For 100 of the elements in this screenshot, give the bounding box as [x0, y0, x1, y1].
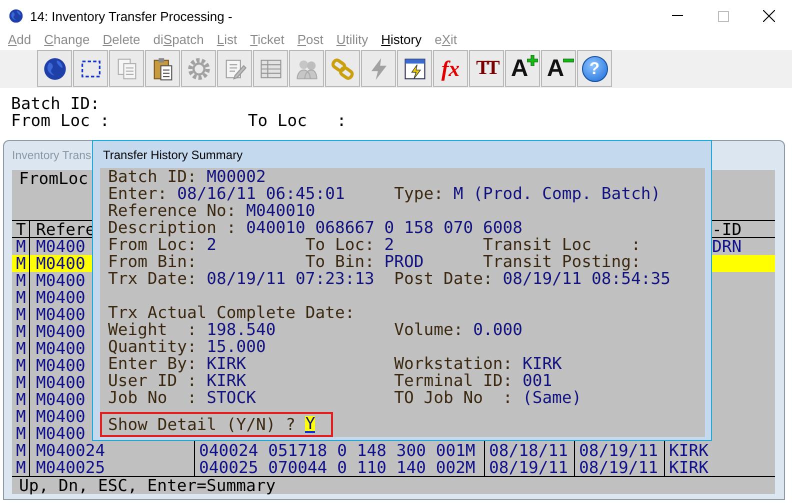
table-cell: 08/19/11 [579, 458, 658, 477]
field-value: 08/19/11 07:23:13 [206, 269, 374, 288]
table-cell: M0400 [36, 424, 86, 443]
field-value: M00002 [206, 167, 266, 186]
table-cell: M [16, 339, 26, 358]
field-label: TO Job No : [394, 388, 513, 407]
globe-icon [42, 56, 68, 82]
status-text: Up, Dn, ESC, Enter=Summary [19, 476, 276, 495]
table-cell: DRN [712, 237, 742, 256]
field-label: Transit Loc : [482, 235, 641, 254]
toolbar-button[interactable]: TT [469, 50, 504, 87]
toolbar-button[interactable] [397, 50, 432, 87]
minimize-icon [672, 15, 682, 17]
column-header: -ID [712, 220, 742, 239]
table-cell: M0400 [36, 322, 86, 341]
field-label: User ID : [108, 371, 197, 390]
field-label: From Bin: [108, 252, 197, 271]
prompt-label: Show Detail (Y/N) ? [108, 416, 296, 433]
help-icon: ? [582, 56, 608, 82]
font-icon: TT [476, 57, 497, 80]
field-label: Quantity: [108, 337, 197, 356]
field-label: Job No : [108, 388, 197, 407]
toolbar-button[interactable]: A [505, 50, 540, 87]
field-value: 001 [522, 371, 552, 390]
table-cell: M [16, 424, 26, 443]
link-icon [330, 56, 356, 82]
table-cell: M [16, 373, 26, 392]
field-value: 08/16/11 06:45:01 [177, 184, 345, 203]
field-label: FromLoc [19, 169, 88, 188]
table-cell: M [16, 237, 26, 256]
field-label: From Loc : [11, 111, 110, 130]
table-cell: M [16, 390, 26, 409]
table-cell: M0400 [36, 254, 86, 273]
table-cell: 040025 070044 0 110 140 002M [199, 458, 476, 477]
toolbar-button[interactable]: fx [433, 50, 468, 87]
table-cell: M [16, 458, 26, 477]
table-cell: M0400 [36, 407, 86, 426]
field-value: PROD [384, 252, 424, 271]
field-label: To Loc: [305, 235, 374, 254]
field-label: Weight : [108, 320, 197, 339]
field-label: To Loc : [248, 111, 347, 130]
field-label: Reference No: [108, 201, 236, 220]
field-label: Terminal ID: [394, 371, 513, 390]
table-cell: 040024 051718 0 148 300 001M [199, 441, 476, 460]
field-label: To Bin: [305, 252, 374, 271]
table-cell: 08/19/11 [489, 458, 568, 477]
field-value: M (Prod. Comp. Batch) [453, 184, 661, 203]
toolbar-button[interactable]: ? [577, 50, 612, 87]
table-cell: KIRK [669, 458, 708, 477]
field-value: STOCK [206, 388, 256, 407]
answer-field[interactable]: Y [305, 416, 316, 433]
table-cell: M [16, 288, 26, 307]
field-value: 0.000 [473, 320, 522, 339]
toolbar-button[interactable]: A [541, 50, 576, 87]
field-value: M040010 [246, 201, 316, 220]
field-label: Post Date: [394, 269, 493, 288]
field-label: Trx Date: [108, 269, 197, 288]
table-row[interactable]: M M040025 040025 070044 0 110 140 002M 08/19/11 08/19/11 KIRK [12, 459, 775, 476]
table-cell: M040024 [36, 441, 106, 460]
field-label: From Loc: [108, 235, 197, 254]
field-value: 040010 068667 0 158 070 6008 [246, 218, 522, 237]
field-label: Description : [108, 218, 236, 237]
menu-item[interactable]: History [377, 32, 426, 50]
field-value: KIRK [206, 354, 246, 373]
toolbar-button[interactable] [73, 50, 108, 87]
table-row[interactable]: M M040024 040024 051718 0 148 300 001M 08/18/11 08/19/11 KIRK [12, 442, 775, 459]
table-cell: 08/18/11 [489, 441, 568, 460]
field-label: Type: [394, 184, 444, 203]
gear-icon [186, 56, 212, 82]
column-header: T [16, 220, 26, 239]
toolbar-button[interactable] [145, 50, 180, 87]
window-title: Inventory Trans [12, 150, 92, 162]
calendar-icon [402, 56, 428, 82]
table-cell: M [16, 441, 26, 460]
table-cell: 08/19/11 [579, 441, 658, 460]
table-cell: M0400 [36, 288, 86, 307]
field-label: Enter: [108, 184, 168, 203]
table-cell: M0400 [36, 305, 86, 324]
dialog-title: Transfer History Summary [103, 148, 243, 162]
globe-icon [8, 8, 24, 24]
close-icon [763, 10, 775, 22]
field-label: Transit Posting: [482, 252, 641, 271]
toolbar-button[interactable] [37, 50, 72, 87]
table-cell: M [16, 271, 26, 290]
field-value: 15.000 [206, 337, 266, 356]
window-title: 14: Inventory Transfer Processing - [30, 8, 234, 24]
field-value: KIRK [206, 371, 246, 390]
field-value: 198.540 [206, 320, 276, 339]
table-cell: M0400 [36, 390, 86, 409]
field-value: 2 [384, 235, 394, 254]
field-label: Workstation: [394, 354, 513, 373]
field-label: Volume: [394, 320, 464, 339]
fx-icon: fx [441, 56, 460, 82]
field-label: Batch ID: [11, 94, 100, 113]
table-cell: M0400 [36, 237, 86, 256]
maximize-icon [718, 10, 728, 22]
table-cell: M0400 [36, 373, 86, 392]
table-cell: M0400 [36, 271, 86, 290]
column-header: Refere [36, 220, 96, 239]
table-cell: M [16, 356, 26, 375]
